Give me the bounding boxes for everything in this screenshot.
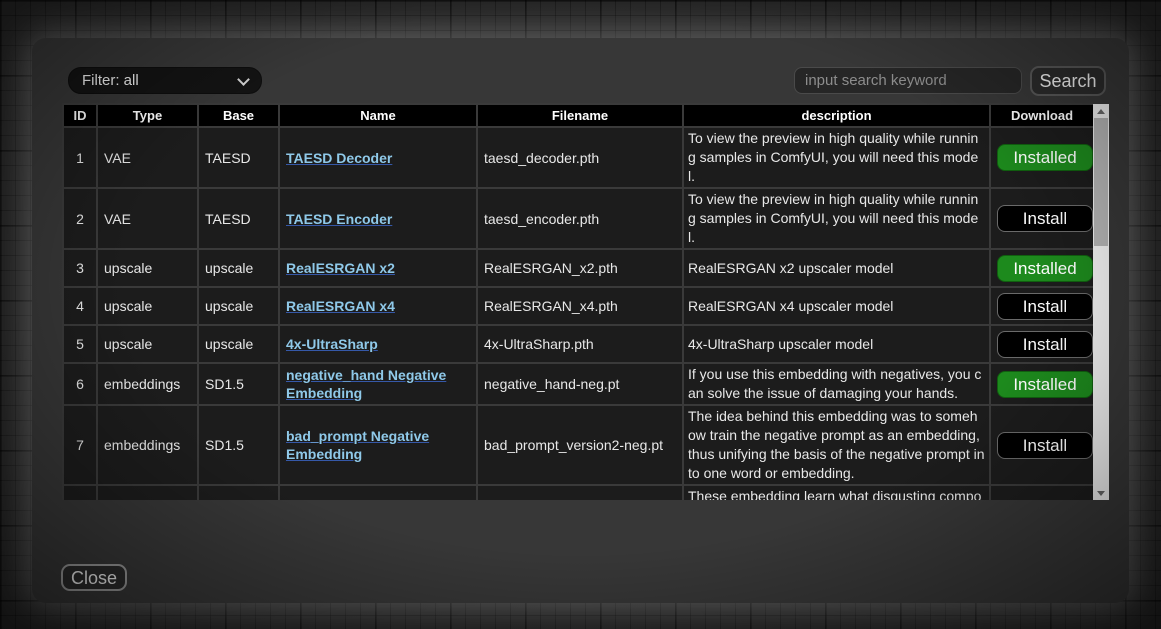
model-name-link[interactable]: negative_hand Negative Embedding — [286, 367, 446, 401]
cell-type: upscale — [97, 287, 198, 325]
table-row: 3upscaleupscaleRealESRGAN x2RealESRGAN_x… — [63, 249, 1093, 287]
table-row: 5upscaleupscale4x-UltraSharp4x-UltraShar… — [63, 325, 1093, 363]
table-row: These embedding learn what disgusting co… — [63, 485, 1093, 500]
filter-select[interactable]: Filter: all — [68, 67, 262, 94]
cell-name — [279, 485, 477, 500]
column-header: Base — [198, 104, 279, 127]
cell-name: RealESRGAN x4 — [279, 287, 477, 325]
table-scrollbar[interactable] — [1093, 104, 1109, 500]
cell-download: Install — [990, 188, 1093, 249]
cell-name: TAESD Encoder — [279, 188, 477, 249]
cell-filename: bad_prompt_version2-neg.pt — [477, 405, 683, 485]
install-button[interactable]: Install — [997, 331, 1093, 358]
cell-filename: 4x-UltraSharp.pth — [477, 325, 683, 363]
model-name-link[interactable]: TAESD Decoder — [286, 150, 392, 166]
filter-select-value: Filter: all — [82, 72, 139, 89]
table-header-row: IDTypeBaseNameFilenamedescriptionDownloa… — [63, 104, 1093, 127]
cell-download: Installed — [990, 363, 1093, 405]
column-header: Type — [97, 104, 198, 127]
cell-filename: negative_hand-neg.pt — [477, 363, 683, 405]
cell-download — [990, 485, 1093, 500]
cell-filename: taesd_decoder.pth — [477, 127, 683, 188]
table-row: 6embeddingsSD1.5negative_hand Negative E… — [63, 363, 1093, 405]
install-button[interactable]: Install — [997, 205, 1093, 232]
chevron-down-icon — [237, 73, 250, 86]
cell-description: If you use this embedding with negatives… — [683, 363, 990, 405]
cell-name: negative_hand Negative Embedding — [279, 363, 477, 405]
cell-id: 7 — [63, 405, 97, 485]
table-row: 2VAETAESD TAESD Encoder taesd_encoder.pthT… — [63, 188, 1093, 249]
cell-id: 2 — [63, 188, 97, 249]
cell-download: Install — [990, 405, 1093, 485]
cell-type: upscale — [97, 249, 198, 287]
cell-type — [97, 485, 198, 500]
cell-type: upscale — [97, 325, 198, 363]
cell-base: TAESD — [198, 127, 279, 188]
cell-id: 1 — [63, 127, 97, 188]
model-name-link[interactable]: RealESRGAN x2 — [286, 260, 395, 276]
column-header: Download — [990, 104, 1093, 127]
scrollbar-thumb[interactable] — [1094, 118, 1108, 246]
cell-filename: RealESRGAN_x4.pth — [477, 287, 683, 325]
model-manager-dialog: Filter: all Search IDTypeBaseNameFilenam… — [32, 38, 1129, 603]
close-button[interactable]: Close — [61, 564, 127, 591]
cell-type: embeddings — [97, 363, 198, 405]
cell-filename: taesd_encoder.pth — [477, 188, 683, 249]
cell-base: upscale — [198, 287, 279, 325]
installed-button[interactable]: Installed — [997, 255, 1093, 282]
cell-id: 3 — [63, 249, 97, 287]
scrollbar-up-arrow[interactable] — [1093, 104, 1109, 118]
cell-download: Install — [990, 325, 1093, 363]
model-name-link[interactable]: 4x-UltraSharp — [286, 336, 378, 352]
table-row: 1VAETAESD TAESD Decoder taesd_decoder.pthT… — [63, 127, 1093, 188]
cell-base: upscale — [198, 325, 279, 363]
cell-name: TAESD Decoder — [279, 127, 477, 188]
cell-base — [198, 485, 279, 500]
cell-description: RealESRGAN x2 upscaler model — [683, 249, 990, 287]
cell-description: RealESRGAN x4 upscaler model — [683, 287, 990, 325]
cell-name: 4x-UltraSharp — [279, 325, 477, 363]
cell-description: To view the preview in high quality whil… — [683, 188, 990, 249]
column-header: Filename — [477, 104, 683, 127]
cell-base: SD1.5 — [198, 363, 279, 405]
installed-button[interactable]: Installed — [997, 371, 1093, 398]
cell-filename — [477, 485, 683, 500]
scrollbar-down-arrow[interactable] — [1093, 486, 1109, 500]
cell-name: bad_prompt Negative Embedding — [279, 405, 477, 485]
cell-description: These embedding learn what disgusting co… — [683, 485, 990, 500]
cell-id — [63, 485, 97, 500]
cell-type: embeddings — [97, 405, 198, 485]
cell-base: TAESD — [198, 188, 279, 249]
column-header: Name — [279, 104, 477, 127]
search-input[interactable] — [794, 67, 1022, 94]
cell-type: VAE — [97, 188, 198, 249]
cell-name: RealESRGAN x2 — [279, 249, 477, 287]
cell-base: SD1.5 — [198, 405, 279, 485]
model-name-link[interactable]: RealESRGAN x4 — [286, 298, 395, 314]
cell-download: Install — [990, 287, 1093, 325]
cell-filename: RealESRGAN_x2.pth — [477, 249, 683, 287]
cell-id: 6 — [63, 363, 97, 405]
cell-description: To view the preview in high quality whil… — [683, 127, 990, 188]
cell-type: VAE — [97, 127, 198, 188]
cell-description: 4x-UltraSharp upscaler model — [683, 325, 990, 363]
cell-base: upscale — [198, 249, 279, 287]
table-row: 7embeddingsSD1.5bad_prompt Negative Embe… — [63, 405, 1093, 485]
model-name-link[interactable]: bad_prompt Negative Embedding — [286, 428, 429, 462]
cell-download: Installed — [990, 249, 1093, 287]
cell-description: The idea behind this embedding was to so… — [683, 405, 990, 485]
search-button[interactable]: Search — [1030, 66, 1106, 96]
cell-id: 5 — [63, 325, 97, 363]
column-header: description — [683, 104, 990, 127]
installed-button[interactable]: Installed — [997, 144, 1093, 171]
model-table: IDTypeBaseNameFilenamedescriptionDownloa… — [62, 103, 1093, 500]
install-button[interactable]: Install — [997, 293, 1093, 320]
cell-id: 4 — [63, 287, 97, 325]
column-header: ID — [63, 104, 97, 127]
model-name-link[interactable]: TAESD Encoder — [286, 211, 392, 227]
model-table-container: IDTypeBaseNameFilenamedescriptionDownloa… — [62, 103, 1093, 500]
cell-download: Installed — [990, 127, 1093, 188]
table-row: 4upscaleupscaleRealESRGAN x4RealESRGAN_x… — [63, 287, 1093, 325]
install-button[interactable]: Install — [997, 432, 1093, 459]
